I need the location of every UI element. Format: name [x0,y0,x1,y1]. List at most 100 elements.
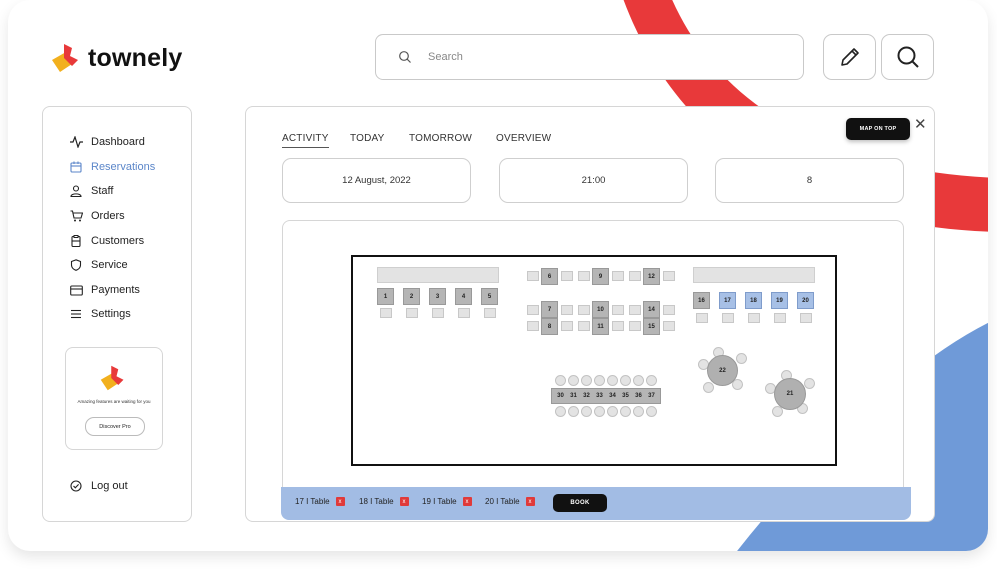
pencil-icon [840,48,859,66]
table-11[interactable]: 11 [592,318,609,335]
selected-table-chip: 20 I Table x [485,497,535,506]
time-field[interactable]: 21:00 [499,158,688,203]
chair [612,271,624,281]
bar-counter [377,267,499,283]
sidebar: Dashboard Reservations Staff Orders Cust… [42,106,192,522]
seat-30: 30 [557,393,564,399]
sidebar-item-reservations[interactable]: Reservations [69,160,155,174]
sidebar-item-dashboard[interactable]: Dashboard [69,135,145,149]
chair [703,382,714,393]
bar-counter [693,267,815,283]
seat-34: 34 [609,393,616,399]
table-19[interactable]: 19 [771,292,788,309]
edit-button[interactable] [823,34,876,80]
table-12[interactable]: 12 [643,268,660,285]
sidebar-item-customers[interactable]: Customers [69,234,144,248]
chair [612,321,624,331]
activity-icon [69,135,83,149]
table-16[interactable]: 16 [693,292,710,309]
credit-card-icon [69,283,83,297]
tab-overview[interactable]: OVERVIEW [496,133,551,144]
chair [527,271,539,281]
sidebar-item-label: Settings [91,308,131,320]
table-2[interactable]: 2 [403,288,420,305]
chair [578,271,590,281]
long-table[interactable]: 30 31 32 33 34 35 36 37 [551,388,661,404]
chair [561,321,573,331]
table-7[interactable]: 7 [541,301,558,318]
remove-icon[interactable]: x [525,497,535,506]
tab-activity[interactable]: ACTIVITY [282,133,329,148]
chair [581,375,592,386]
guests-field[interactable]: 8 [715,158,904,203]
table-10[interactable]: 10 [592,301,609,318]
chair [663,271,675,281]
sidebar-item-label: Dashboard [91,136,145,148]
chair [663,321,675,331]
chair [646,406,657,417]
menu-icon [69,307,83,321]
seat-33: 33 [596,393,603,399]
sidebar-item-orders[interactable]: Orders [69,209,125,223]
search-bar[interactable] [375,34,804,80]
table-15[interactable]: 15 [643,318,660,335]
chip-label: 17 I Table [295,497,330,506]
chair [527,321,539,331]
table-1[interactable]: 1 [377,288,394,305]
sidebar-item-label: Orders [91,210,125,222]
table-18[interactable]: 18 [745,292,762,309]
brand-name: townely [88,43,183,72]
close-icon[interactable]: ✕ [914,115,927,133]
table-9[interactable]: 9 [592,268,609,285]
chair [663,305,675,315]
chair [607,406,618,417]
remove-icon[interactable]: x [335,497,345,506]
remove-icon[interactable]: x [399,497,409,506]
tab-tomorrow[interactable]: TOMORROW [409,133,472,144]
table-22[interactable]: 22 [707,355,738,386]
logout-button[interactable]: Log out [69,479,128,493]
remove-icon[interactable]: x [462,497,472,506]
table-3[interactable]: 3 [429,288,446,305]
table-17[interactable]: 17 [719,292,736,309]
sidebar-item-payments[interactable]: Payments [69,283,140,297]
table-14[interactable]: 14 [643,301,660,318]
chair [578,305,590,315]
table-21[interactable]: 21 [774,378,806,410]
search-input[interactable] [426,50,770,64]
map-on-top-button[interactable]: MAP ON TOP [846,118,910,140]
floor-plan: 1 2 3 4 5 6 9 12 7 10 14 8 11 15 16 17 1… [351,255,837,466]
sidebar-item-label: Payments [91,284,140,296]
clipboard-icon [69,234,83,248]
table-5[interactable]: 5 [481,288,498,305]
chair [594,406,605,417]
table-4[interactable]: 4 [455,288,472,305]
chair [696,313,708,323]
sidebar-item-settings[interactable]: Settings [69,307,131,321]
chair [612,305,624,315]
tab-today[interactable]: TODAY [350,133,385,144]
brand-logo[interactable]: townely [50,42,182,74]
shield-icon [69,258,83,272]
search-icon [897,46,919,68]
sidebar-item-staff[interactable]: Staff [69,184,113,198]
chair [561,271,573,281]
chair [629,271,641,281]
table-20[interactable]: 20 [797,292,814,309]
table-8[interactable]: 8 [541,318,558,335]
search-button[interactable] [881,34,934,80]
discover-pro-button[interactable]: Discover Pro [85,417,145,436]
chair [633,375,644,386]
user-icon [69,184,83,198]
table-6[interactable]: 6 [541,268,558,285]
selected-table-chip: 18 I Table x [359,497,409,506]
book-button[interactable]: BOOK [553,494,607,512]
chair [607,375,618,386]
chair [578,321,590,331]
sidebar-item-label: Service [91,259,128,271]
sidebar-item-service[interactable]: Service [69,258,128,272]
chair [774,313,786,323]
chair [484,308,496,318]
chair [736,353,747,364]
date-field[interactable]: 12 August, 2022 [282,158,471,203]
